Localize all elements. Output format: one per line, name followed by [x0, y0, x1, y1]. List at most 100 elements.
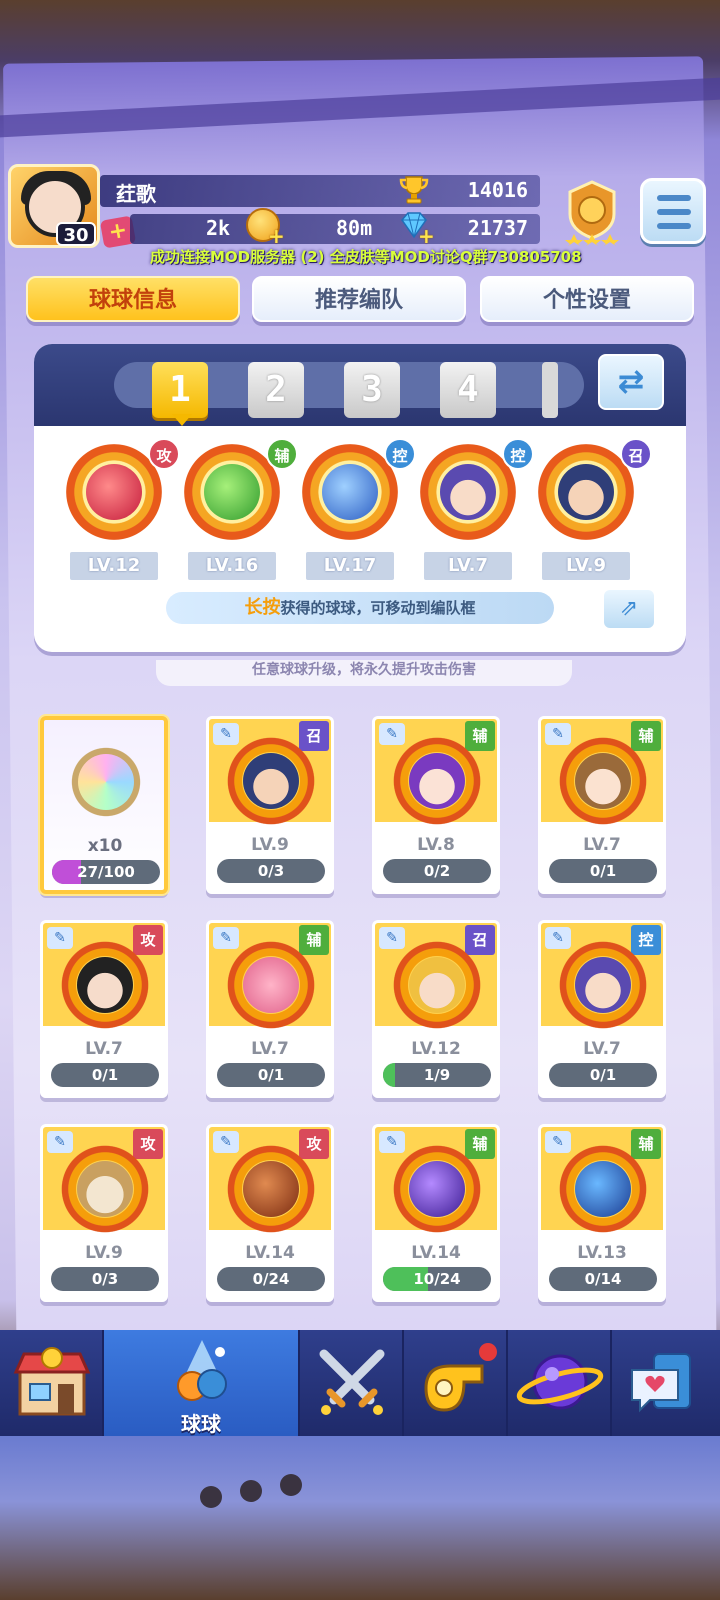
pin-icon[interactable]: ✎ — [379, 1131, 405, 1153]
special-progress-bar: 27/100 — [52, 860, 160, 884]
gem-add-icon[interactable]: + — [418, 224, 435, 248]
old-sage-icon — [59, 1143, 151, 1235]
swap-team-button[interactable]: ⇄ — [598, 354, 664, 410]
tab-personal-settings[interactable]: 个性设置 — [480, 276, 694, 322]
ball-card[interactable]: ✎ 召 LV.9 0/3 — [206, 716, 334, 894]
swords-icon — [319, 1349, 385, 1415]
team-slot-2[interactable]: 辅 LV.16 — [178, 438, 298, 594]
card-progress-text: 0/14 — [584, 1270, 622, 1288]
card-progress-bar: 0/1 — [549, 1063, 657, 1087]
card-level: LV.9 — [85, 1243, 123, 1263]
pin-icon[interactable]: ✎ — [213, 1131, 239, 1153]
team-slot-1[interactable]: 攻 LV.12 — [60, 438, 180, 594]
team-tab-5-partial[interactable] — [542, 362, 558, 418]
pin-icon[interactable]: ✎ — [47, 1131, 73, 1153]
card-progress-bar: 0/1 — [549, 859, 657, 883]
card-progress-bar: 10/24 — [383, 1267, 491, 1291]
share-button[interactable]: ⇗ — [604, 590, 654, 628]
menu-button[interactable] — [640, 178, 706, 244]
menu-line — [657, 209, 691, 215]
card-level: LV.8 — [417, 835, 455, 855]
card-progress-text: 0/2 — [423, 862, 451, 880]
tab-ball-info[interactable]: 球球信息 — [26, 276, 240, 322]
card-level: LV.7 — [583, 1039, 621, 1059]
orb-inner — [575, 1161, 631, 1217]
purple-haired-girl-icon — [391, 735, 483, 827]
ball-card[interactable]: ✎ 控 LV.7 0/1 — [538, 920, 666, 1098]
ball-card[interactable]: ✎ 攻 LV.14 0/24 — [206, 1124, 334, 1302]
coin-add-icon[interactable]: + — [268, 224, 285, 248]
pin-icon[interactable]: ✎ — [379, 723, 405, 745]
card-progress-text: 0/3 — [257, 862, 285, 880]
ball-card[interactable]: ✎ 辅 LV.14 10/24 — [372, 1124, 500, 1302]
orb-inner — [409, 1161, 465, 1217]
team-tab-4[interactable]: 4 — [440, 362, 496, 418]
planet-icon — [516, 1354, 604, 1410]
role-badge: 辅 — [465, 721, 495, 751]
card-progress-bar: 0/14 — [549, 1267, 657, 1291]
team-pointer-icon — [172, 414, 192, 426]
pin-icon[interactable]: ✎ — [47, 927, 73, 949]
card-progress-text: 0/24 — [252, 1270, 290, 1288]
ball-card[interactable]: ✎ 召 LV.12 1/9 — [372, 920, 500, 1098]
card-progress-text: 0/1 — [91, 1066, 119, 1084]
card-progress-bar: 0/3 — [217, 859, 325, 883]
card-progress-text: 0/1 — [589, 862, 617, 880]
nav-planet[interactable] — [508, 1330, 612, 1436]
ball-card[interactable]: ✎ 攻 LV.9 0/3 — [40, 1124, 168, 1302]
pin-icon[interactable]: ✎ — [545, 723, 571, 745]
pin-icon[interactable]: ✎ — [213, 927, 239, 949]
decor-dot — [200, 1486, 222, 1508]
pin-icon[interactable]: ✎ — [379, 927, 405, 949]
brown-haired-girl-icon — [557, 735, 649, 827]
slot-level: LV.9 — [542, 552, 630, 580]
ball-card[interactable]: ✎ 辅 LV.13 0/14 — [538, 1124, 666, 1302]
card-progress-text: 10/24 — [413, 1270, 461, 1288]
card-progress-bar: 1/9 — [383, 1063, 491, 1087]
ball-card[interactable]: ✎ 辅 LV.7 0/1 — [538, 716, 666, 894]
card-progress-text: 0/1 — [589, 1066, 617, 1084]
rank-badge-icon[interactable] — [560, 178, 624, 246]
role-badge: 辅 — [631, 1129, 661, 1159]
nav-battle[interactable] — [300, 1330, 404, 1436]
dark-haired-hero-icon — [59, 939, 151, 1031]
gem-count: 21737 — [467, 216, 528, 240]
nav-balls[interactable]: 球球 — [104, 1330, 300, 1436]
pin-icon[interactable]: ✎ — [213, 723, 239, 745]
pin-icon[interactable]: ✎ — [545, 1131, 571, 1153]
card-progress-text: 0/3 — [91, 1270, 119, 1288]
pin-icon[interactable]: ✎ — [545, 927, 571, 949]
slot-level: LV.17 — [306, 552, 394, 580]
orb-inner — [575, 753, 631, 809]
team-tab-3[interactable]: 3 — [344, 362, 400, 418]
team-slot-3[interactable]: 控 LV.17 — [296, 438, 416, 594]
menu-line — [657, 195, 691, 201]
ball-card[interactable]: ✎ 攻 LV.7 0/1 — [40, 920, 168, 1098]
team-tab-1[interactable]: 1 — [152, 362, 208, 418]
nav-whistle[interactable] — [404, 1330, 508, 1436]
ball-card[interactable]: ✎ 辅 LV.7 0/1 — [206, 920, 334, 1098]
special-count: x10 — [87, 836, 123, 856]
nav-social[interactable] — [612, 1330, 720, 1436]
special-progress-text: 27/100 — [77, 863, 135, 881]
team-slot-4[interactable]: 控 LV.7 — [414, 438, 534, 594]
orb-inner — [243, 753, 299, 809]
tab-recommended-team[interactable]: 推荐编队 — [252, 276, 466, 322]
slot-level: LV.12 — [70, 552, 158, 580]
orb-inner — [243, 1161, 299, 1217]
team-selector-bar: 1 2 3 4 ⇄ — [34, 344, 686, 426]
team-slot-5[interactable]: 召 LV.9 — [532, 438, 652, 594]
shop-icon — [13, 1347, 91, 1416]
nav-shop[interactable] — [0, 1330, 104, 1436]
orb-inner — [77, 1161, 133, 1217]
chat-heart-icon — [631, 1353, 691, 1413]
role-attack-badge: 攻 — [148, 438, 180, 470]
card-level: LV.13 — [577, 1243, 627, 1263]
card-progress-bar: 0/24 — [217, 1267, 325, 1291]
upgrade-card-special[interactable]: x10 27/100 — [40, 716, 168, 894]
whistle-icon — [424, 1343, 497, 1412]
role-badge: 辅 — [631, 721, 661, 751]
ball-card[interactable]: ✎ 辅 LV.8 0/2 — [372, 716, 500, 894]
role-badge: 召 — [299, 721, 329, 751]
team-tab-2[interactable]: 2 — [248, 362, 304, 418]
